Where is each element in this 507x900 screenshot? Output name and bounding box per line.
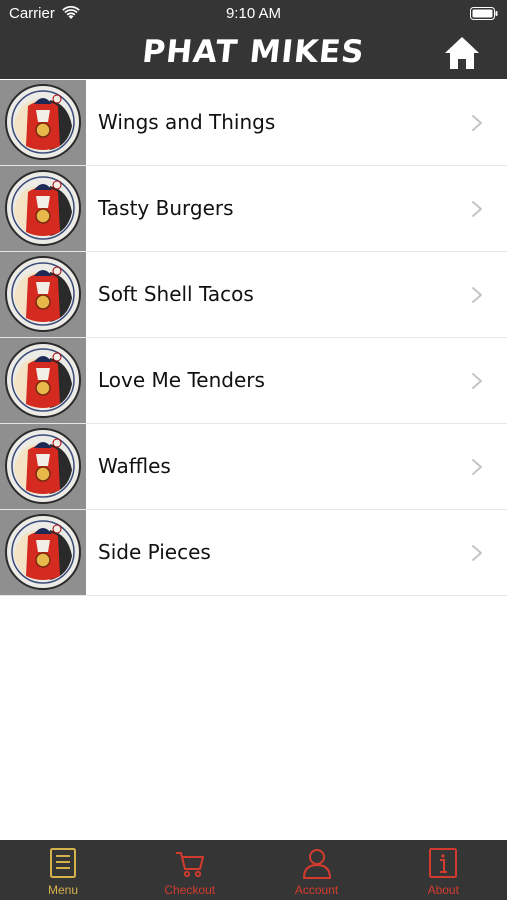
tab-bar: Menu Checkout Account About [0, 840, 507, 900]
chevron-right-icon [471, 372, 483, 390]
menu-category-row[interactable]: Waffles [0, 424, 507, 510]
tab-label: Checkout [164, 883, 216, 897]
menu-category-row[interactable]: Wings and Things [0, 80, 507, 166]
chevron-right-icon [471, 458, 483, 476]
tab-menu[interactable]: Menu [0, 840, 126, 900]
category-logo-image [0, 252, 86, 337]
info-icon [429, 848, 458, 878]
category-logo-image [0, 424, 86, 509]
clock-label: 9:10 AM [225, 5, 282, 22]
menu-category-row[interactable]: Tasty Burgers [0, 166, 507, 252]
battery-icon [470, 7, 498, 20]
status-bar: Carrier 9:10 AM [0, 0, 507, 28]
chevron-right-icon [471, 544, 483, 562]
tab-label: Menu [47, 883, 79, 897]
home-icon[interactable] [443, 35, 481, 71]
chevron-right-icon [471, 286, 483, 304]
menu-category-row[interactable]: Side Pieces [0, 510, 507, 596]
tab-account[interactable]: Account [254, 840, 380, 900]
category-label: Side Pieces [98, 540, 211, 564]
tab-label: About [427, 883, 459, 897]
menu-book-icon [50, 848, 76, 878]
tab-checkout[interactable]: Checkout [127, 840, 253, 900]
tab-about[interactable]: About [380, 840, 506, 900]
category-label: Love Me Tenders [98, 368, 265, 392]
tab-label: Account [294, 883, 339, 897]
category-logo-image [0, 338, 86, 423]
menu-category-row[interactable]: Love Me Tenders [0, 338, 507, 424]
navigation-bar: PHAT MIKES [0, 28, 507, 79]
category-logo-image [0, 166, 86, 251]
category-label: Tasty Burgers [98, 196, 234, 220]
cart-icon [175, 852, 204, 878]
person-icon [302, 849, 331, 879]
category-label: Soft Shell Tacos [98, 282, 254, 306]
category-label: Waffles [98, 454, 171, 478]
page-title: PHAT MIKES [140, 34, 367, 70]
chevron-right-icon [471, 114, 483, 132]
category-label: Wings and Things [98, 110, 276, 134]
category-logo-image [0, 80, 86, 165]
chevron-right-icon [471, 200, 483, 218]
menu-category-list: Wings and Things Tasty Burgers Soft Shel… [0, 80, 507, 596]
category-logo-image [0, 510, 86, 595]
menu-category-row[interactable]: Soft Shell Tacos [0, 252, 507, 338]
